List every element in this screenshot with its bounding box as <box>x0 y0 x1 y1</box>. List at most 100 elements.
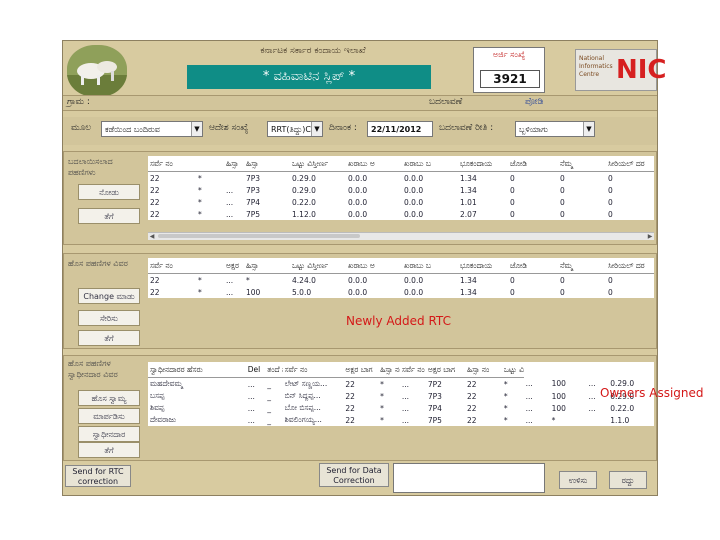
table-cell[interactable]: 0.0.0 <box>402 274 458 287</box>
column-header[interactable]: ಜೋಡಿ <box>508 156 559 172</box>
column-header[interactable]: ಒಟ್ಟು ವಿ <box>501 362 524 378</box>
table-cell[interactable]: 1.1.0 <box>608 414 654 426</box>
scroll-left-icon[interactable]: ◀ <box>148 233 156 240</box>
table-cell[interactable]: 0 <box>558 286 606 298</box>
table-cell[interactable]: ಬಿನ್ ಸಿದ್ದಪ್ಪ... <box>283 390 344 402</box>
table-cell[interactable]: 4.24.0 <box>290 274 346 287</box>
table-cell[interactable]: 22 <box>465 402 502 414</box>
table-cell[interactable]: 0.22.0 <box>290 196 346 208</box>
table-cell[interactable]: 7P5 <box>426 414 465 426</box>
table-row[interactable]: 22 *... 7P3 0.29.0 0.0.0 0.0.0 1.34 0 0 0 <box>148 184 654 196</box>
table-cell[interactable]: ಬೋ ಬಿಸಪ್ಪ... <box>283 402 344 414</box>
table-cell[interactable]: 5.0.0 <box>290 286 346 298</box>
table-cell[interactable]: 0.0.0 <box>346 184 402 196</box>
owner-button[interactable]: ಸ್ವಾಧೀನದಾರ <box>78 426 140 442</box>
table-cell[interactable]: 0 <box>508 208 558 220</box>
table-cell[interactable]: ... <box>224 274 244 287</box>
column-header[interactable]: ಸರ್ವೆ ನಂ <box>148 156 225 172</box>
horizontal-scrollbar[interactable]: ◀ ▶ <box>148 232 654 240</box>
table-cell[interactable]: 7P3 <box>426 390 465 402</box>
column-header[interactable]: ಖರಾಬು ಬ <box>402 258 459 274</box>
table-row[interactable]: 22 *... 100 5.0.0 0.0.0 0.0.0 1.34 0 0 0 <box>148 286 654 298</box>
column-header[interactable]: ಭೂಕಂದಾಯ <box>458 258 509 274</box>
table-cell[interactable]: 1.34 <box>458 274 508 287</box>
table-cell[interactable]: 0 <box>508 184 558 196</box>
table-cell[interactable] <box>587 414 609 426</box>
table-cell[interactable]: 0 <box>606 274 654 287</box>
table-cell[interactable]: 1.34 <box>458 286 508 298</box>
column-header[interactable]: ಸೀರಿಯಲ್ ದರ <box>606 258 655 274</box>
table-cell[interactable]: * <box>378 378 400 391</box>
table-cell[interactable]: 0 <box>508 286 558 298</box>
table-cell[interactable]: ... <box>524 390 550 402</box>
table-cell[interactable]: 22 <box>465 390 502 402</box>
table-row[interactable]: ಬಸಪ್ಪ... _ ಬಿನ್ ಸಿದ್ದಪ್ಪ... 22 *... 7P3 22 *...… <box>148 390 654 402</box>
table-cell[interactable]: ... <box>587 402 609 414</box>
table-cell[interactable]: _ <box>265 390 282 402</box>
table-row[interactable]: 22 *... 7P4 0.22.0 0.0.0 0.0.0 1.01 0 0 0 <box>148 196 654 208</box>
column-header[interactable]: ಹಿಸ್ಸಾ <box>244 258 291 274</box>
table-cell[interactable]: 7P4 <box>426 402 465 414</box>
column-header[interactable]: ಒಟ್ಟು ವಿಸ್ತೀರ್ಣ <box>290 156 347 172</box>
scrollbar-thumb[interactable] <box>158 234 361 238</box>
table-cell[interactable]: 0.0.0 <box>346 172 402 185</box>
table-cell[interactable]: * <box>244 274 290 287</box>
send-rtc-correction-button[interactable]: Send for RTC correction <box>65 465 131 487</box>
table-cell[interactable]: _ <box>265 402 282 414</box>
table-cell[interactable]: ... <box>524 378 550 391</box>
chevron-down-icon[interactable]: ▼ <box>191 122 202 136</box>
column-header[interactable]: ಹಿಸ್ಸಾ <box>244 156 291 172</box>
table-cell[interactable]: ... <box>246 402 266 414</box>
table-cell[interactable]: ... <box>246 378 266 391</box>
table-cell[interactable]: 0.29.0 <box>290 184 346 196</box>
table-row[interactable]: 22 *... * 4.24.0 0.0.0 0.0.0 1.34 0 0 0 <box>148 274 654 287</box>
table-cell[interactable]: * <box>378 414 400 426</box>
modify-button[interactable]: ಮಾರ್ಪಡಿಸು <box>78 408 140 424</box>
table-cell[interactable]: 0 <box>606 172 654 185</box>
column-header[interactable]: ನೆಮ್ಮ <box>558 258 607 274</box>
column-header[interactable]: ಸೀರಿಯಲ್ ದರ <box>606 156 655 172</box>
table-cell[interactable]: 100 <box>550 402 587 414</box>
table-cell[interactable]: 0 <box>508 172 558 185</box>
table-cell[interactable]: 100 <box>550 390 587 402</box>
remove-button[interactable]: ತೆಗೆ <box>78 208 140 224</box>
table-cell[interactable]: 22 <box>148 172 196 185</box>
column-header[interactable]: ಸರ್ವೆ ನಂ <box>148 258 225 274</box>
table-cell[interactable]: * <box>502 402 524 414</box>
remove-button[interactable]: ತೆಗೆ <box>78 442 140 458</box>
table-cell[interactable]: 0.0.0 <box>402 196 458 208</box>
chevron-down-icon[interactable]: ▼ <box>311 122 322 136</box>
table-cell[interactable]: 0.0.0 <box>346 286 402 298</box>
table-cell[interactable]: ... <box>400 390 426 402</box>
table-cell[interactable]: _ <box>265 378 282 391</box>
table-cell[interactable]: 0 <box>508 274 558 287</box>
table-cell[interactable]: * <box>196 208 224 220</box>
table-cell[interactable]: ... <box>400 414 426 426</box>
table-cell[interactable] <box>224 172 244 185</box>
column-header[interactable]: ಹಿಸ್ಸಾ ನಂ <box>378 362 400 378</box>
table-cell[interactable]: * <box>378 390 400 402</box>
method-select[interactable]: ಬ್ಬಳಿಯಾಗು ▼ <box>515 121 595 137</box>
column-header[interactable]: ಹಿಸ್ಸಾ ನಂ <box>464 362 502 378</box>
remarks-input[interactable] <box>393 463 545 493</box>
column-header[interactable]: ಖರಾಬು ಬ <box>402 156 459 172</box>
table-cell[interactable]: 22 <box>148 208 196 220</box>
table-cell[interactable]: 22 <box>148 184 196 196</box>
table-cell[interactable]: 7P4 <box>244 196 290 208</box>
cancel-button[interactable]: ರದ್ದು <box>609 471 647 489</box>
table-cell[interactable]: ಶಿವಪ್ಪ <box>148 402 246 414</box>
table-cell[interactable]: 0.0.0 <box>402 172 458 185</box>
table-cell[interactable]: ... <box>246 414 266 426</box>
table-cell[interactable]: 0.29.0 <box>290 172 346 185</box>
table-cell[interactable]: ಶಿವಲಿಂಗಯ್ಯ... <box>283 414 344 426</box>
table-cell[interactable]: 22 <box>465 378 502 391</box>
table-cell[interactable]: 0 <box>558 172 606 185</box>
table-cell[interactable]: ... <box>524 414 550 426</box>
column-header[interactable]: ಒಟ್ಟು ವಿಸ್ತೀರ್ಣ <box>290 258 347 274</box>
table-cell[interactable]: 0 <box>558 196 606 208</box>
save-button[interactable]: ಉಳಿಸು <box>559 471 597 489</box>
table-cell[interactable]: 22 <box>343 378 378 391</box>
column-header[interactable]: ಖರಾಬು ಅ <box>346 156 403 172</box>
table-cell[interactable]: 0 <box>606 286 654 298</box>
new-owner-button[interactable]: ಹೊಸ ಸ್ವಾಮ್ಯ <box>78 390 140 406</box>
